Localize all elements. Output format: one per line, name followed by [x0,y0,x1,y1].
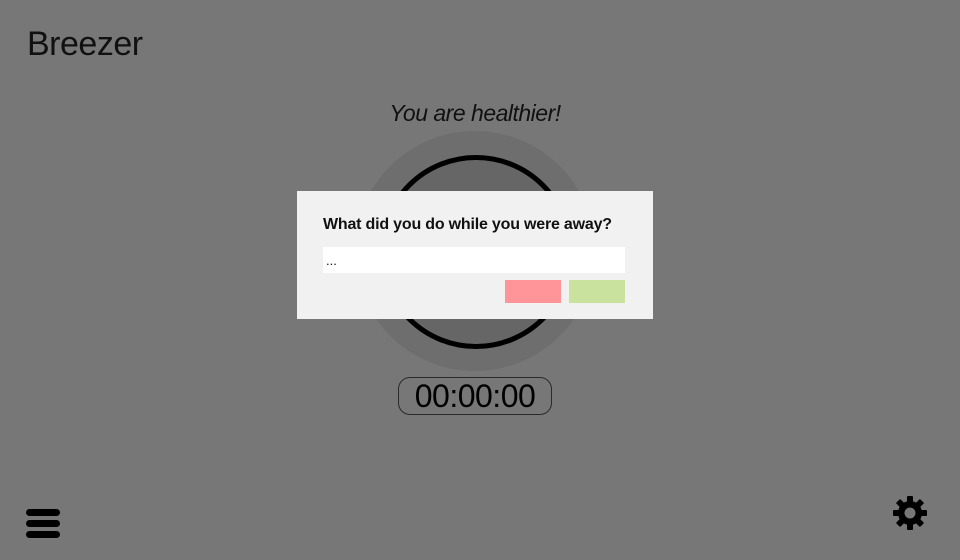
timer-display: 00:00:00 [398,377,552,415]
cancel-button[interactable] [505,280,561,303]
activity-input[interactable] [323,247,625,273]
dialog-prompt: What did you do while you were away? [323,216,612,233]
app-title: Breezer [27,25,143,63]
hamburger-menu-icon[interactable] [26,509,60,538]
confirm-button[interactable] [569,280,625,303]
away-activity-dialog: What did you do while you were away? [297,191,653,319]
gear-icon[interactable] [892,495,928,531]
status-message: You are healthier! [389,100,561,126]
